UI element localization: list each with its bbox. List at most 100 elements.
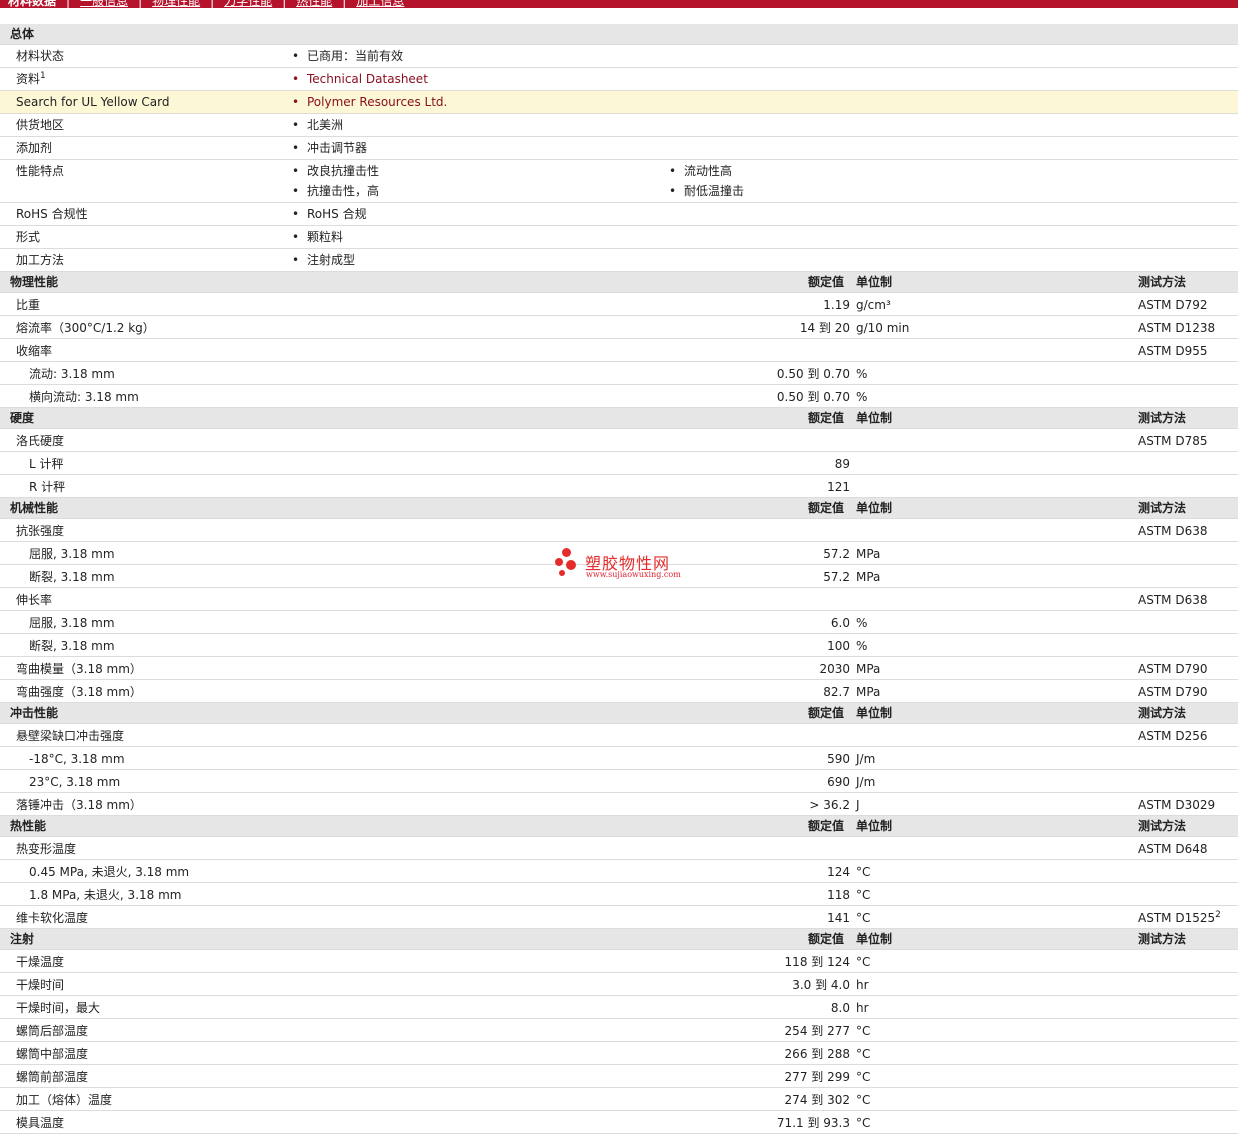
nav-tab[interactable]: 力学性能 [224, 0, 272, 8]
property-unit: °C [856, 1047, 871, 1061]
value-column-header: 额定值 [808, 932, 845, 946]
property-label: 伸长率 [16, 593, 53, 607]
property-value: 118 到 124 [784, 955, 850, 969]
general-row[interactable]: Search for UL Yellow Card Polymer Resourc… [0, 91, 1238, 114]
property-row: 维卡软化温度 141 °C ASTM D15252 [0, 906, 1238, 929]
datasheet-link[interactable]: Polymer Resources Ltd. [292, 95, 447, 109]
property-unit: °C [856, 865, 871, 879]
property-value: 2030 [819, 662, 850, 676]
test-method-text: ASTM D1238 [1138, 321, 1216, 335]
test-method: ASTM D648 [1138, 842, 1207, 856]
property-value: 改良抗撞击性 [292, 164, 379, 178]
nav-tabs: 材料数据 | 一般信息 | 物理性能 | 力学性能 | 热性能 | 加工信息 [8, 0, 414, 8]
value-column-header: 额定值 [808, 706, 845, 720]
property-value: 0.50 到 0.70 [776, 390, 850, 404]
nav-separator: | [342, 0, 347, 8]
general-row[interactable]: 资料1 Technical Datasheet [0, 68, 1238, 91]
property-label: 干燥时间，最大 [16, 1001, 101, 1015]
property-value: 6.0 [830, 616, 850, 630]
property-label: 流动: 3.18 mm [29, 367, 115, 381]
footnote-marker: 2 [1215, 910, 1221, 920]
property-row: 伸长率 ASTM D638 [0, 588, 1238, 611]
property-row: 横向流动: 3.18 mm 0.50 到 0.70% [0, 385, 1238, 408]
property-unit: J/m [856, 775, 876, 789]
test-method: ASTM D792 [1138, 298, 1207, 312]
unit-column-header: 单位制 [856, 275, 893, 289]
test-method-text: ASTM D790 [1138, 685, 1208, 699]
property-label: 螺筒中部温度 [16, 1047, 89, 1061]
property-row: 干燥温度 118 到 124 °C [0, 950, 1238, 973]
top-nav-bar: 材料数据 | 一般信息 | 物理性能 | 力学性能 | 热性能 | 加工信息 [0, 0, 1238, 8]
nav-tab[interactable]: 加工信息 [356, 0, 404, 8]
property-label: 断裂, 3.18 mm [29, 639, 115, 653]
section-header-general: 总体 [0, 24, 1238, 45]
general-row: 加工方法 注射成型 [0, 249, 1238, 272]
test-method-text: ASTM D792 [1138, 298, 1208, 312]
property-value: 89 [834, 457, 850, 471]
nav-tab[interactable]: 物理性能 [152, 0, 200, 8]
property-unit: % [856, 616, 868, 630]
property-unit: °C [856, 911, 871, 925]
nav-separator: | [282, 0, 287, 8]
test-method: ASTM D15252 [1138, 910, 1221, 925]
test-method-text: ASTM D955 [1138, 344, 1208, 358]
property-row: 螺筒后部温度 254 到 277 °C [0, 1019, 1238, 1042]
watermark-url: www.sujiaowuxing.com [586, 570, 681, 579]
property-row: 模具温度 71.1 到 93.3 °C [0, 1111, 1238, 1134]
property-value: 14 到 20 [799, 321, 850, 335]
test-method: ASTM D790 [1138, 685, 1207, 699]
property-value: 121 [827, 480, 850, 494]
property-label: 屈服, 3.18 mm [29, 547, 115, 561]
general-row: 添加剂 冲击调节器 [0, 137, 1238, 160]
general-row: 性能特点 改良抗撞击性 流动性高抗撞击性，高 耐低温撞击 [0, 160, 1238, 203]
property-label: 断裂, 3.18 mm [29, 570, 115, 584]
property-value: 北美洲 [292, 118, 343, 132]
property-row: 干燥时间，最大 8.0 hr [0, 996, 1238, 1019]
property-value: > 36.2 [809, 798, 850, 812]
property-row: 比重 1.19 g/cm³ ASTM D792 [0, 293, 1238, 316]
property-label: -18°C, 3.18 mm [29, 752, 125, 766]
property-label: 干燥温度 [16, 955, 65, 969]
property-value: 8.0 [830, 1001, 850, 1015]
property-value: 已商用：当前有效 [292, 49, 403, 63]
nav-tab[interactable]: 热性能 [296, 0, 332, 8]
unit-column-header: 单位制 [856, 932, 893, 946]
test-method-text: ASTM D3029 [1138, 798, 1216, 812]
nav-tab[interactable]: 一般信息 [80, 0, 128, 8]
property-unit: % [856, 367, 868, 381]
property-label: RoHS 合规性 [16, 207, 88, 221]
nav-tab[interactable]: 材料数据 [8, 0, 56, 8]
method-column-header: 测试方法 [1138, 932, 1187, 946]
test-method: ASTM D790 [1138, 662, 1207, 676]
property-unit: MPa [856, 570, 881, 584]
property-row: L 计秤 89 [0, 452, 1238, 475]
general-row: 供货地区 北美洲 [0, 114, 1238, 137]
property-row: 1.8 MPa, 未退火, 3.18 mm 118 °C [0, 883, 1238, 906]
property-value: 57.2 [823, 547, 850, 561]
property-value: 3.0 到 4.0 [792, 978, 850, 992]
method-column-header: 测试方法 [1138, 501, 1187, 515]
property-row: 流动: 3.18 mm 0.50 到 0.70% [0, 362, 1238, 385]
property-label: L 计秤 [29, 457, 64, 471]
datasheet-link[interactable]: Technical Datasheet [292, 72, 428, 86]
property-unit: °C [856, 1024, 871, 1038]
unit-column-header: 单位制 [856, 706, 893, 720]
property-value: 82.7 [823, 685, 850, 699]
property-unit: hr [856, 1001, 869, 1015]
property-row: 落锤冲击（3.18 mm） > 36.2 J ASTM D3029 [0, 793, 1238, 816]
test-method: ASTM D256 [1138, 729, 1207, 743]
property-value: 抗撞击性，高 [292, 184, 379, 198]
value-column-header: 额定值 [808, 501, 845, 515]
footnote-marker: 1 [40, 71, 46, 81]
property-unit: % [856, 390, 868, 404]
section-title: 机械性能 [10, 501, 59, 515]
value-column-header: 额定值 [808, 411, 845, 425]
property-label: 干燥时间 [16, 978, 65, 992]
property-row: 收缩率 ASTM D955 [0, 339, 1238, 362]
property-label: 弯曲强度（3.18 mm） [16, 685, 142, 699]
property-row: 23°C, 3.18 mm 690 J/m [0, 770, 1238, 793]
property-value: 耐低温撞击 [669, 184, 744, 198]
property-label: 螺筒后部温度 [16, 1024, 89, 1038]
property-unit: % [856, 639, 868, 653]
property-label[interactable]: Search for UL Yellow Card [16, 95, 169, 109]
